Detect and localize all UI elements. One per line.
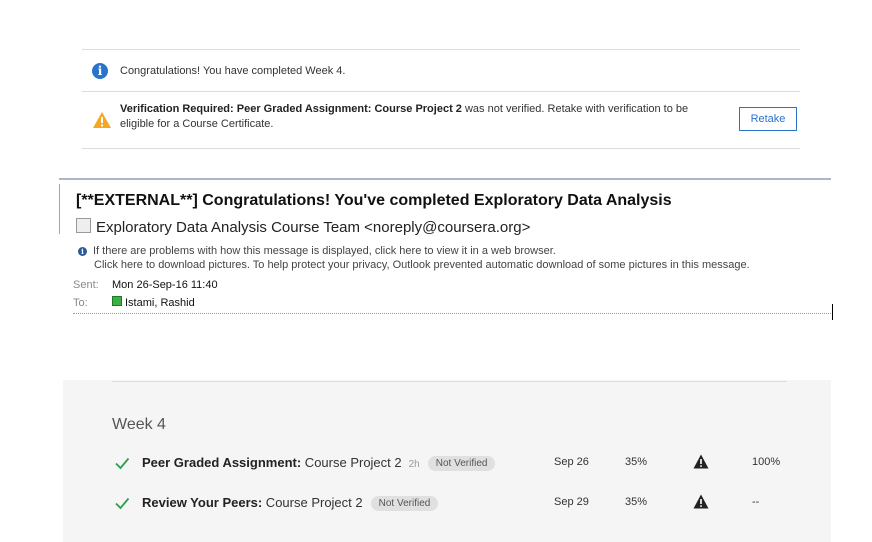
sender-name[interactable]: Exploratory Data Analysis Course Team <n…	[96, 219, 530, 236]
alert-triangle-icon	[693, 454, 709, 469]
grade-row[interactable]: Peer Graded Assignment: Course Project 2…	[63, 453, 831, 475]
verification-text: Verification Required: Peer Graded Assig…	[120, 102, 690, 132]
due-date: Sep 26	[554, 456, 589, 468]
completion-notice: i Congratulations! You have completed We…	[82, 49, 800, 91]
assignment-name: Course Project 2	[262, 495, 363, 510]
to-label: To:	[73, 297, 88, 309]
grade-row[interactable]: Review Your Peers: Course Project 2 Not V…	[63, 493, 831, 515]
grade-value: --	[752, 496, 760, 508]
infobar-line-1[interactable]: i If there are problems with how this mes…	[78, 244, 750, 258]
header-divider	[73, 313, 831, 314]
assignment-duration: 2h	[408, 459, 420, 470]
assignment-title[interactable]: Review Your Peers: Course Project 2 Not V…	[142, 495, 439, 511]
infobar-info-icon: i	[78, 247, 87, 256]
grades-divider	[112, 381, 787, 382]
text-cursor	[832, 304, 833, 320]
alert-triangle-icon	[693, 494, 709, 509]
to-value[interactable]: Istami, Rashid	[125, 297, 195, 309]
checkmark-icon	[115, 497, 130, 510]
info-icon: i	[92, 63, 108, 79]
to-row: To: Istami, Rashid	[73, 296, 195, 309]
assignment-name: Course Project 2	[301, 455, 402, 470]
assignment-type: Peer Graded Assignment:	[142, 455, 302, 470]
assignment-type: Review Your Peers:	[142, 495, 263, 510]
checkmark-icon	[115, 457, 130, 470]
due-date: Sep 29	[554, 496, 589, 508]
infobar[interactable]: i If there are problems with how this mes…	[78, 244, 750, 272]
sender-row: Exploratory Data Analysis Course Team <n…	[76, 218, 530, 237]
sent-value: Mon 26-Sep-16 11:40	[112, 279, 218, 291]
presence-icon	[112, 296, 122, 306]
status-badge: Not Verified	[370, 496, 439, 511]
status-badge: Not Verified	[427, 456, 496, 471]
email-subject: [**EXTERNAL**] Congratulations! You've c…	[76, 192, 672, 209]
reading-pane-edge	[59, 184, 64, 234]
retake-button[interactable]: Retake	[739, 107, 797, 131]
infobar-line-2[interactable]: Click here to download pictures. To help…	[78, 258, 750, 272]
completion-text: Congratulations! You have completed Week…	[120, 65, 346, 77]
grade-value: 100%	[752, 456, 781, 468]
email-header: [**EXTERNAL**] Congratulations! You've c…	[59, 178, 831, 322]
week-title: Week 4	[112, 416, 166, 433]
infobar-text-1: If there are problems with how this mess…	[93, 245, 556, 257]
sender-checkbox[interactable]	[76, 218, 91, 233]
course-notices: i Congratulations! You have completed We…	[82, 49, 800, 149]
weight: 35%	[625, 496, 648, 508]
grades-panel: Week 4 Peer Graded Assignment: Course Pr…	[63, 380, 831, 542]
sent-row: Sent: Mon 26-Sep-16 11:40	[73, 279, 218, 291]
sent-label: Sent:	[73, 279, 99, 291]
weight: 35%	[625, 456, 648, 468]
warning-icon	[93, 112, 111, 128]
verification-title: Verification Required: Peer Graded Assig…	[120, 103, 462, 115]
assignment-title[interactable]: Peer Graded Assignment: Course Project 2…	[142, 455, 496, 471]
verification-notice: Verification Required: Peer Graded Assig…	[82, 91, 800, 149]
